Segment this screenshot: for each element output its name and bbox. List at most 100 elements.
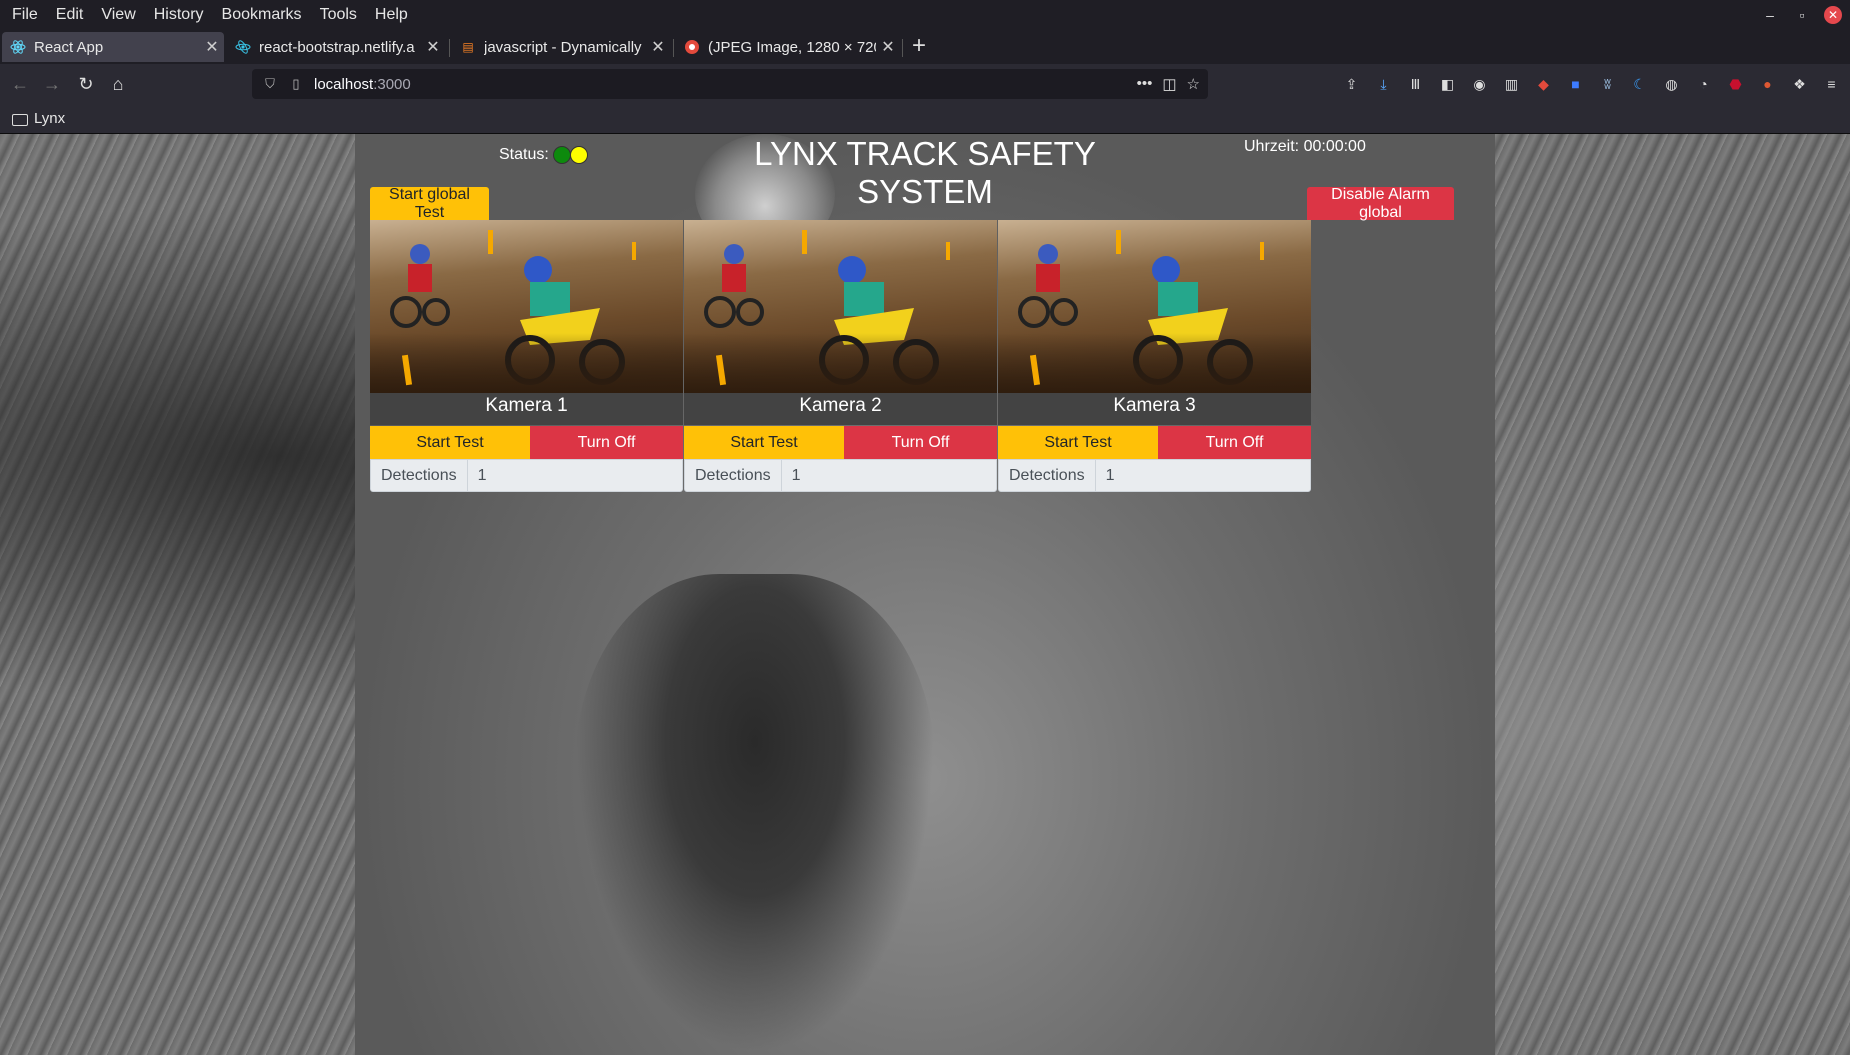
menu-bookmarks[interactable]: Bookmarks <box>213 6 311 24</box>
start-global-test-button[interactable]: Start global Test <box>370 186 489 221</box>
detections-group: Detections 1 <box>370 459 683 492</box>
camera-card-1: Kamera 1 Start Test Turn Off Detections … <box>370 220 684 500</box>
tab-close-icon[interactable]: ✕ <box>876 37 900 57</box>
ruler-extension-icon[interactable]: ▥ <box>1499 70 1524 98</box>
extension-moon-icon[interactable]: ☾ <box>1627 70 1652 98</box>
image-icon <box>684 39 700 55</box>
extension-circle-icon[interactable]: ◍ <box>1659 70 1684 98</box>
turn-off-button[interactable]: Turn Off <box>530 426 683 459</box>
tab-label: javascript - Dynamically a <box>484 38 646 56</box>
extension-mask-icon[interactable]: ◔ <box>1691 70 1716 98</box>
detections-value: 1 <box>1105 466 1115 484</box>
bookmark-folder-lynx[interactable]: Lynx <box>12 110 65 127</box>
window-controls: – ▫ ✕ <box>1754 0 1850 30</box>
url-host: localhost <box>314 75 374 93</box>
camera-feed-image <box>370 220 683 393</box>
rider-figure <box>390 244 450 328</box>
menu-view[interactable]: View <box>92 6 144 24</box>
url-port: :3000 <box>373 75 411 93</box>
duckduckgo-icon[interactable]: ● <box>1755 70 1780 98</box>
detections-group: Detections 1 <box>684 459 997 492</box>
stackoverflow-icon: ▤ <box>462 40 474 54</box>
url-bar-tools: ••• ◫ ☆ <box>1137 75 1200 93</box>
camera-feed-image <box>998 220 1311 393</box>
menu-bar: File Edit View History Bookmarks Tools H… <box>0 0 1850 30</box>
tab-stackoverflow[interactable]: ▤ javascript - Dynamically a ✕ <box>452 32 670 62</box>
rider-figure <box>1018 244 1078 328</box>
rider-figure <box>704 244 764 328</box>
extensions-puzzle-icon[interactable]: ❖ <box>1787 70 1812 98</box>
extension-red-icon[interactable]: ◆ <box>1531 70 1556 98</box>
tab-jpeg-image[interactable]: (JPEG Image, 1280 × 720 ✕ <box>676 32 900 62</box>
detections-label: Detections <box>371 460 468 491</box>
page-actions-icon[interactable]: ••• <box>1137 75 1153 93</box>
page-info-icon[interactable]: ▯ <box>288 76 304 92</box>
start-test-button[interactable]: Start Test <box>370 426 530 459</box>
page-title: LYNX TRACK SAFETY SYSTEM <box>754 135 1096 210</box>
turn-off-button[interactable]: Turn Off <box>844 426 997 459</box>
detections-value: 1 <box>477 466 487 484</box>
tab-close-icon[interactable]: ✕ <box>421 37 445 57</box>
camera-feed-image <box>684 220 997 393</box>
bootstrap-icon <box>235 39 251 55</box>
menu-edit[interactable]: Edit <box>47 6 93 24</box>
tab-close-icon[interactable]: ✕ <box>200 37 224 57</box>
menu-help[interactable]: Help <box>366 6 417 24</box>
extension-tf-icon[interactable]: ʬ <box>1595 70 1620 98</box>
window-close-icon[interactable]: ✕ <box>1824 6 1842 24</box>
detections-label: Detections <box>685 460 782 491</box>
camera-card-3: Kamera 3 Start Test Turn Off Detections … <box>998 220 1312 500</box>
tab-label: React App <box>34 38 104 56</box>
shield-icon[interactable]: ⛉ <box>262 76 278 92</box>
downloads-icon[interactable]: ⤓ <box>1371 70 1396 98</box>
toolbar-extensions: ⇪ ⤓ Ⅲ ◧ ◉ ▥ ◆ ■ ʬ ☾ ◍ ◔ ⬣ ● ❖ ≡ <box>1339 70 1844 98</box>
start-test-button[interactable]: Start Test <box>998 426 1158 459</box>
camera-name: Kamera 1 <box>370 393 683 425</box>
turn-off-button[interactable]: Turn Off <box>1158 426 1311 459</box>
save-to-pocket-icon[interactable]: ⇪ <box>1339 70 1364 98</box>
disable-alarm-global-button[interactable]: Disable Alarm global <box>1307 186 1454 221</box>
reload-icon[interactable]: ↻ <box>72 70 100 98</box>
clock-display: Uhrzeit: 00:00:00 <box>1244 138 1366 155</box>
status-label: Status: <box>499 146 549 163</box>
detections-label: Detections <box>999 460 1096 491</box>
forward-icon[interactable]: → <box>38 70 66 98</box>
menu-tools[interactable]: Tools <box>311 6 366 24</box>
url-bar[interactable]: ⛉ ▯ localhost:3000 ••• ◫ ☆ <box>252 69 1208 99</box>
pocket-icon[interactable]: ◫ <box>1162 75 1176 93</box>
menu-file[interactable]: File <box>0 6 47 24</box>
account-icon[interactable]: ◉ <box>1467 70 1492 98</box>
main-container: Status: LYNX TRACK SAFETY SYSTEM Uhrzeit… <box>355 134 1495 1055</box>
tab-react-bootstrap[interactable]: react-bootstrap.netlify.a ✕ <box>227 32 445 62</box>
ublock-icon[interactable]: ⬣ <box>1723 70 1748 98</box>
new-tab-icon[interactable]: + <box>905 32 933 62</box>
tab-separator <box>449 39 450 57</box>
detections-group: Detections 1 <box>998 459 1311 492</box>
maximize-icon[interactable]: ▫ <box>1786 7 1818 23</box>
minimize-icon[interactable]: – <box>1754 7 1786 23</box>
hamburger-menu-icon[interactable]: ≡ <box>1819 70 1844 98</box>
tab-label: (JPEG Image, 1280 × 720 <box>708 38 876 56</box>
status-light-yellow <box>569 146 588 164</box>
bookmark-label: Lynx <box>34 110 66 127</box>
back-icon[interactable]: ← <box>6 70 34 98</box>
tab-react-app[interactable]: React App ✕ <box>2 32 224 62</box>
home-icon[interactable]: ⌂ <box>104 70 132 98</box>
library-icon[interactable]: Ⅲ <box>1403 70 1428 98</box>
camera-name: Kamera 3 <box>998 393 1311 425</box>
react-icon <box>10 39 26 55</box>
camera-card-2: Kamera 2 Start Test Turn Off Detections … <box>684 220 998 500</box>
tab-label: react-bootstrap.netlify.a <box>259 38 415 56</box>
page-viewport: Status: LYNX TRACK SAFETY SYSTEM Uhrzeit… <box>0 134 1850 1055</box>
start-test-button[interactable]: Start Test <box>684 426 844 459</box>
tab-close-icon[interactable]: ✕ <box>646 37 670 57</box>
lock-extension-icon[interactable]: ■ <box>1563 70 1588 98</box>
folder-icon <box>12 113 28 126</box>
camera-name: Kamera 2 <box>684 393 997 425</box>
bookmark-star-icon[interactable]: ☆ <box>1187 75 1200 93</box>
menu-history[interactable]: History <box>145 6 213 24</box>
sidebar-icon[interactable]: ◧ <box>1435 70 1460 98</box>
tab-separator <box>673 39 674 57</box>
camera-grid: Kamera 1 Start Test Turn Off Detections … <box>370 220 1454 500</box>
navigation-toolbar: ← → ↻ ⌂ ⛉ ▯ localhost:3000 ••• ◫ ☆ ⇪ ⤓ Ⅲ… <box>0 64 1850 104</box>
